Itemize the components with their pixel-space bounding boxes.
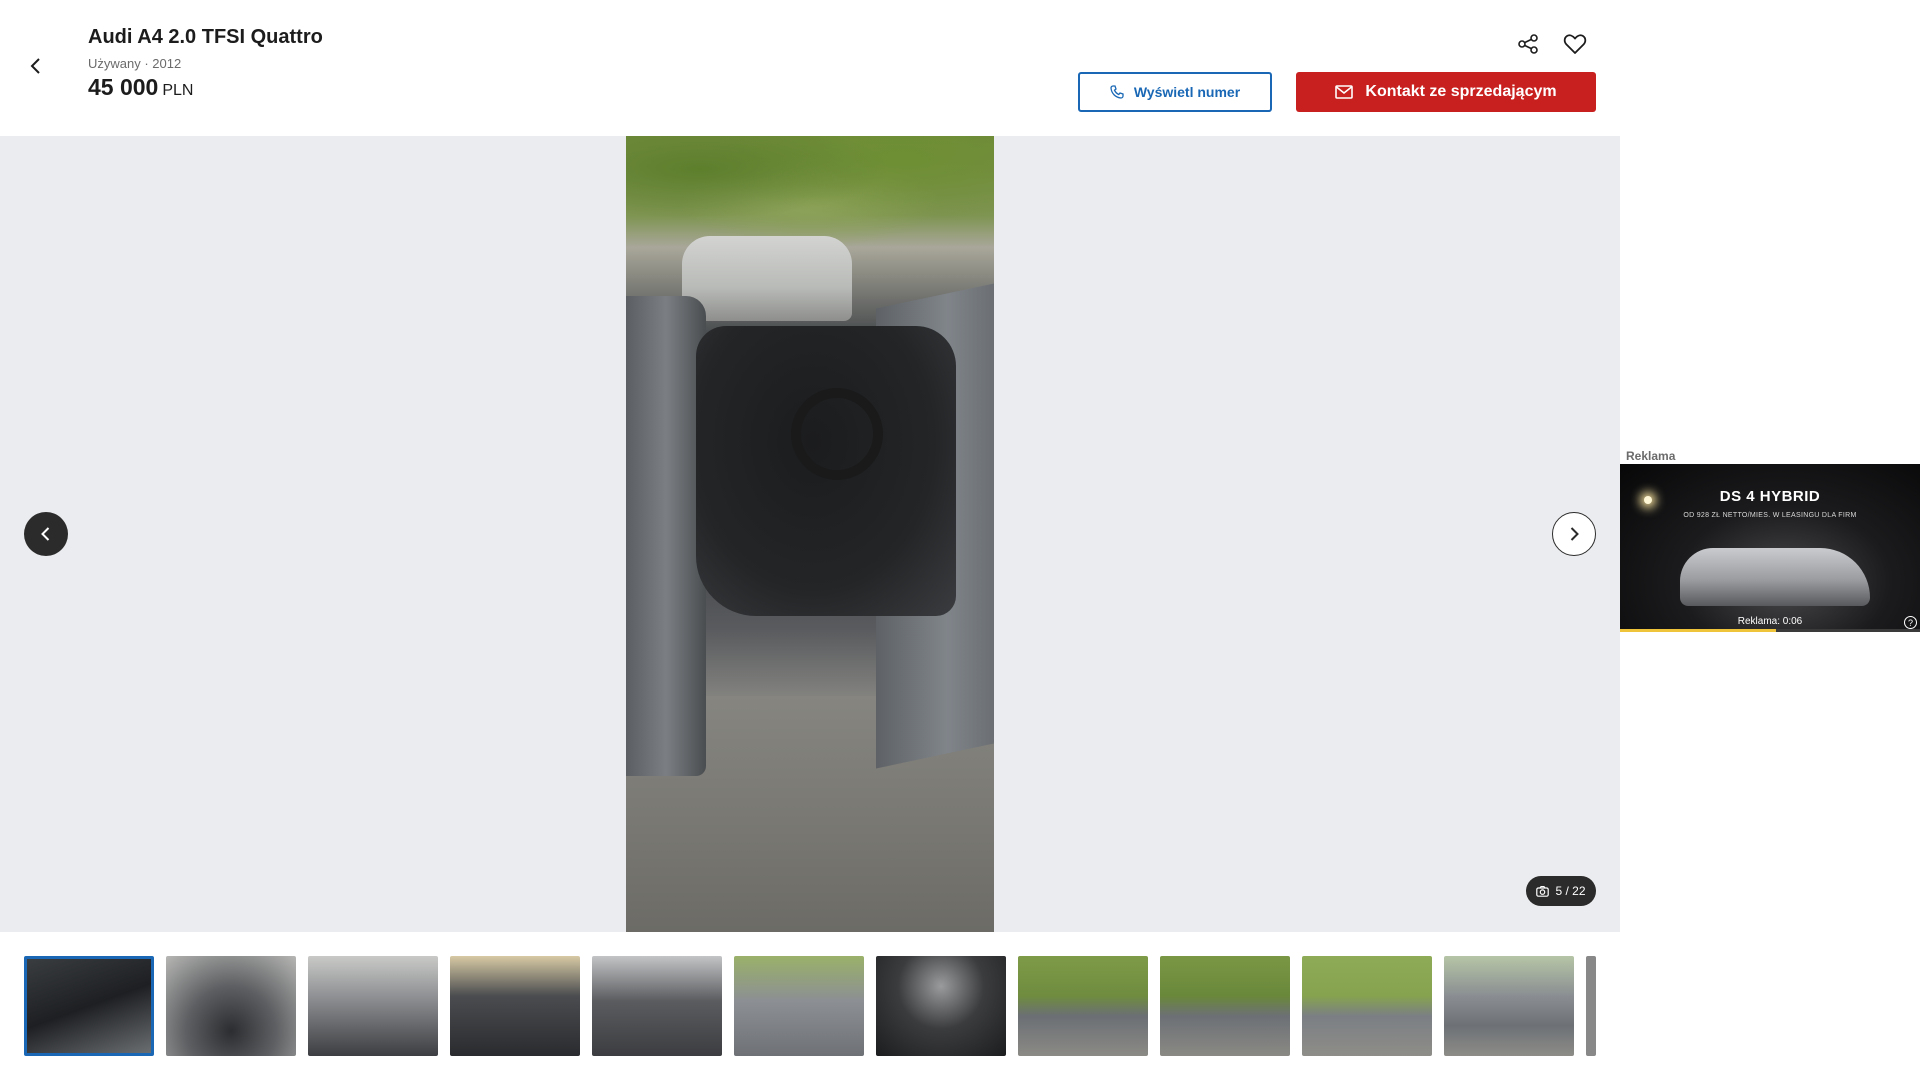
thumbnail[interactable] bbox=[876, 956, 1006, 1056]
info-icon[interactable]: ? bbox=[1904, 616, 1917, 629]
thumbnail[interactable] bbox=[308, 956, 438, 1056]
ad-timer: Reklama: 0:06 bbox=[1737, 616, 1803, 627]
main-photo[interactable] bbox=[626, 136, 994, 932]
thumbnail[interactable] bbox=[1018, 956, 1148, 1056]
thumbnail[interactable] bbox=[450, 956, 580, 1056]
photo-trees bbox=[626, 136, 994, 246]
ad-label: Reklama bbox=[1626, 449, 1676, 463]
contact-seller-label: Kontakt ze sprzedającym bbox=[1365, 83, 1557, 100]
chevron-left-icon bbox=[30, 58, 40, 74]
ad-progress-fill bbox=[1620, 629, 1776, 632]
photo-counter-text: 5 / 22 bbox=[1555, 884, 1586, 898]
thumbnail[interactable] bbox=[1160, 956, 1290, 1056]
photo-steering-wheel bbox=[791, 388, 883, 480]
show-phone-label: Wyświetl numer bbox=[1133, 84, 1241, 100]
thumbnail[interactable] bbox=[1444, 956, 1574, 1056]
ad-tagline: OD 928 ZŁ NETTO/MIES. W LEASINGU DLA FIR… bbox=[1683, 512, 1857, 519]
thumbnail[interactable] bbox=[24, 956, 154, 1056]
mail-icon bbox=[1335, 85, 1354, 99]
ad-banner[interactable]: DS 4 HYBRID OD 928 ZŁ NETTO/MIES. W LEAS… bbox=[1620, 464, 1920, 632]
thumbnail[interactable] bbox=[1586, 956, 1596, 1056]
previous-photo-button[interactable] bbox=[24, 512, 68, 556]
show-phone-button[interactable]: Wyświetl numer bbox=[1078, 72, 1272, 112]
listing-title: Audi A4 2.0 TFSI Quattro bbox=[88, 26, 323, 48]
listing-header: Audi A4 2.0 TFSI Quattro Używany · 2012 … bbox=[0, 0, 1620, 136]
camera-icon bbox=[1536, 885, 1550, 897]
listing-subtitle: Używany · 2012 bbox=[88, 56, 182, 71]
share-icon bbox=[1518, 34, 1538, 54]
thumbnail[interactable] bbox=[1302, 956, 1432, 1056]
thumbnail[interactable] bbox=[166, 956, 296, 1056]
thumbnail-strip bbox=[24, 956, 1596, 1056]
share-button[interactable] bbox=[1515, 31, 1541, 57]
ad-headline: DS 4 HYBRID bbox=[1719, 488, 1821, 505]
thumbnail[interactable] bbox=[592, 956, 722, 1056]
next-photo-button[interactable] bbox=[1552, 512, 1596, 556]
chevron-right-icon bbox=[1570, 527, 1579, 541]
photo-gallery: 5 / 22 bbox=[0, 136, 1620, 932]
contact-seller-button[interactable]: Kontakt ze sprzedającym bbox=[1296, 72, 1596, 112]
ad-progress-bar bbox=[1620, 629, 1920, 632]
photo-counter: 5 / 22 bbox=[1526, 876, 1596, 906]
chevron-left-icon bbox=[41, 527, 50, 541]
favorite-button[interactable] bbox=[1562, 31, 1588, 57]
price-value: 45 000 bbox=[88, 74, 159, 100]
photo-parked-car bbox=[682, 236, 852, 321]
price-currency: PLN bbox=[162, 82, 194, 99]
thumbnail[interactable] bbox=[734, 956, 864, 1056]
phone-icon bbox=[1110, 85, 1124, 99]
photo-car-door bbox=[626, 296, 706, 776]
listing-price: 45 000 PLN bbox=[88, 74, 193, 101]
back-button[interactable] bbox=[22, 52, 50, 80]
ad-car-image bbox=[1680, 548, 1870, 606]
heart-icon bbox=[1563, 34, 1587, 54]
